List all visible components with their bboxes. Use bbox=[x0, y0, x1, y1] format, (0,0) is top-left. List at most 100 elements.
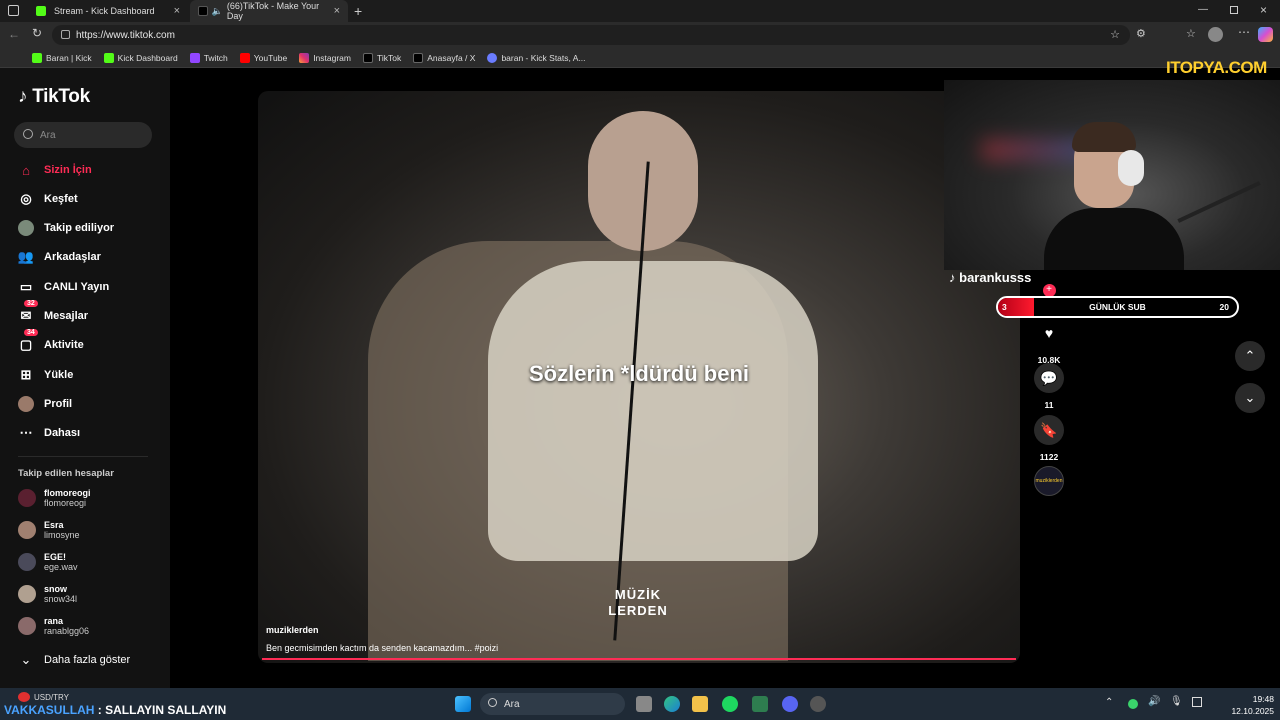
activity-icon: ▢ 34 bbox=[18, 329, 38, 353]
spotify-icon[interactable] bbox=[722, 696, 738, 712]
nav-upload[interactable]: ⊞ Yükle bbox=[18, 367, 74, 383]
app-icon[interactable] bbox=[810, 696, 826, 712]
close-tab-icon[interactable]: × bbox=[174, 5, 180, 17]
volume-icon[interactable]: 🔊 bbox=[1148, 696, 1160, 707]
bookmark-twitch[interactable]: Twitch bbox=[189, 52, 228, 63]
bookmark-baran-kick[interactable]: Baran | Kick bbox=[32, 52, 92, 63]
currency-widget-label[interactable]: USD/TRY bbox=[34, 693, 69, 702]
nav-friends[interactable]: 👥 Arkadaşlar bbox=[18, 249, 101, 265]
nav-label: Mesajlar bbox=[44, 310, 89, 322]
sound-button[interactable]: muziklerden bbox=[1034, 466, 1064, 496]
bookmark-icon: 🔖 bbox=[1034, 415, 1064, 445]
profile-avatar-icon[interactable] bbox=[1208, 27, 1223, 42]
maximize-button[interactable] bbox=[1230, 6, 1238, 14]
bookmark-youtube[interactable]: YouTube bbox=[239, 52, 287, 63]
account-item[interactable]: flomoreogi flomoreogi bbox=[18, 488, 91, 508]
nav-profile[interactable]: Profil bbox=[18, 396, 72, 412]
home-icon: ⌂ bbox=[22, 162, 30, 178]
url-text: https://www.tiktok.com bbox=[76, 29, 175, 41]
tab-tiktok[interactable]: 🔈 (66)TikTok - Make Your Day × bbox=[190, 0, 348, 22]
task-view-icon[interactable] bbox=[636, 696, 652, 712]
file-explorer-icon[interactable] bbox=[692, 696, 708, 712]
reload-icon[interactable]: ↻ bbox=[32, 26, 42, 40]
extensions-icon[interactable]: ⚙ bbox=[1136, 27, 1146, 40]
account-item[interactable]: snow snow34l bbox=[18, 584, 77, 604]
tab-kick-dashboard[interactable]: Stream - Kick Dashboard × bbox=[28, 0, 188, 22]
account-item[interactable]: Esra limosyne bbox=[18, 520, 80, 540]
taskbar-search-input[interactable]: Ara bbox=[480, 693, 625, 715]
bookmark-label: Kick Dashboard bbox=[117, 52, 178, 63]
account-handle: snow34l bbox=[44, 594, 78, 604]
favorites-icon[interactable]: ☆ bbox=[1186, 27, 1196, 40]
status-dot-icon[interactable] bbox=[1128, 699, 1138, 709]
account-item[interactable]: EGE! ege.wav bbox=[18, 552, 78, 572]
avatar bbox=[18, 489, 36, 507]
video-watermark: MÜZİK LERDEN bbox=[568, 587, 708, 619]
system-clock[interactable]: 19:48 12.10.2025 bbox=[1226, 693, 1274, 717]
star-icon[interactable]: ☆ bbox=[1110, 28, 1120, 41]
app-icon[interactable] bbox=[752, 696, 768, 712]
instagram-icon bbox=[299, 52, 310, 63]
video-player[interactable]: Sözlerin *ldürdü beni MÜZİK LERDEN muzikl… bbox=[258, 91, 1020, 663]
nav-more[interactable]: ⋯ Dahası bbox=[18, 425, 81, 441]
previous-video-button[interactable]: ⌃ bbox=[1235, 341, 1265, 371]
close-tab-icon[interactable]: × bbox=[334, 5, 340, 17]
close-window-button[interactable]: × bbox=[1260, 3, 1267, 17]
following-accounts-title: Takip edilen hesaplar bbox=[18, 468, 114, 479]
bookmark-tiktok[interactable]: TikTok bbox=[362, 52, 401, 63]
tab-list-icon[interactable] bbox=[8, 5, 19, 16]
site-info-icon[interactable] bbox=[61, 30, 70, 39]
nav-live[interactable]: ▭ CANLI Yayın bbox=[18, 279, 109, 295]
twitch-icon bbox=[189, 52, 200, 63]
nav-messages[interactable]: ✉ 32 Mesajlar bbox=[18, 300, 89, 324]
bookmark-x[interactable]: Anasayfa / X bbox=[413, 52, 476, 63]
account-item[interactable]: rana ranablgg06 bbox=[18, 616, 89, 636]
stats-icon bbox=[487, 52, 498, 63]
comment-button[interactable]: 💬 11 bbox=[1034, 363, 1064, 410]
video-progress-bar[interactable] bbox=[262, 658, 1016, 660]
account-handle: ranablgg06 bbox=[44, 626, 90, 636]
new-tab-button[interactable]: + bbox=[354, 3, 362, 19]
bookmark-label: Anasayfa / X bbox=[427, 52, 476, 63]
chevron-up-icon[interactable]: ⌃ bbox=[1105, 697, 1113, 708]
bookmark-instagram[interactable]: Instagram bbox=[299, 52, 351, 63]
more-menu-icon[interactable]: ⋯ bbox=[1238, 25, 1250, 39]
bookmark-kick-stats[interactable]: baran - Kick Stats, A... bbox=[487, 52, 586, 63]
bookmark-kick-dashboard[interactable]: Kick Dashboard bbox=[103, 52, 178, 63]
edge-icon[interactable] bbox=[664, 696, 680, 712]
discord-icon[interactable] bbox=[782, 696, 798, 712]
search-placeholder: Ara bbox=[504, 698, 520, 710]
currency-widget-icon[interactable] bbox=[18, 692, 30, 702]
comment-icon: 💬 bbox=[1034, 363, 1064, 393]
next-video-button[interactable]: ⌄ bbox=[1235, 383, 1265, 413]
nav-label: Aktivite bbox=[44, 339, 84, 351]
headphones-icon bbox=[1118, 150, 1144, 186]
copilot-icon[interactable] bbox=[1258, 27, 1273, 42]
windows-start-icon[interactable] bbox=[455, 696, 471, 712]
nav-label: Arkadaşlar bbox=[44, 251, 101, 263]
messages-badge: 32 bbox=[24, 300, 38, 307]
nav-following[interactable]: Takip ediliyor bbox=[18, 220, 114, 236]
ticker-user: VAKKASULLAH bbox=[4, 703, 95, 717]
x-icon bbox=[413, 52, 424, 63]
like-button[interactable]: ♥ 10.8K bbox=[1034, 318, 1064, 365]
nav-activity[interactable]: ▢ 34 Aktivite bbox=[18, 329, 84, 353]
video-author[interactable]: muziklerden bbox=[266, 625, 319, 635]
upload-icon: ⊞ bbox=[20, 367, 32, 382]
back-icon[interactable]: ← bbox=[8, 27, 20, 41]
tiktok-icon bbox=[198, 6, 208, 16]
nav-for-you[interactable]: ⌂ Sizin İçin bbox=[18, 162, 92, 178]
search-input[interactable]: Ara bbox=[14, 122, 152, 148]
video-shirt bbox=[488, 261, 818, 561]
microphone-icon[interactable]: 🎙 bbox=[1170, 696, 1183, 707]
tiktok-logo[interactable]: ♪ TikTok bbox=[18, 86, 90, 108]
speaker-icon[interactable]: 🔈 bbox=[212, 6, 223, 17]
url-input[interactable]: https://www.tiktok.com ☆ bbox=[52, 25, 1130, 45]
username-text: barankusss bbox=[959, 270, 1032, 285]
save-button[interactable]: 🔖 1122 bbox=[1034, 415, 1064, 462]
kick-icon bbox=[103, 52, 114, 63]
minimize-button[interactable]: — bbox=[1198, 4, 1208, 15]
show-more-button[interactable]: ⌄ Daha fazla göster bbox=[18, 652, 131, 668]
network-icon[interactable] bbox=[1192, 697, 1202, 707]
nav-explore[interactable]: ◎ Keşfet bbox=[18, 191, 77, 207]
